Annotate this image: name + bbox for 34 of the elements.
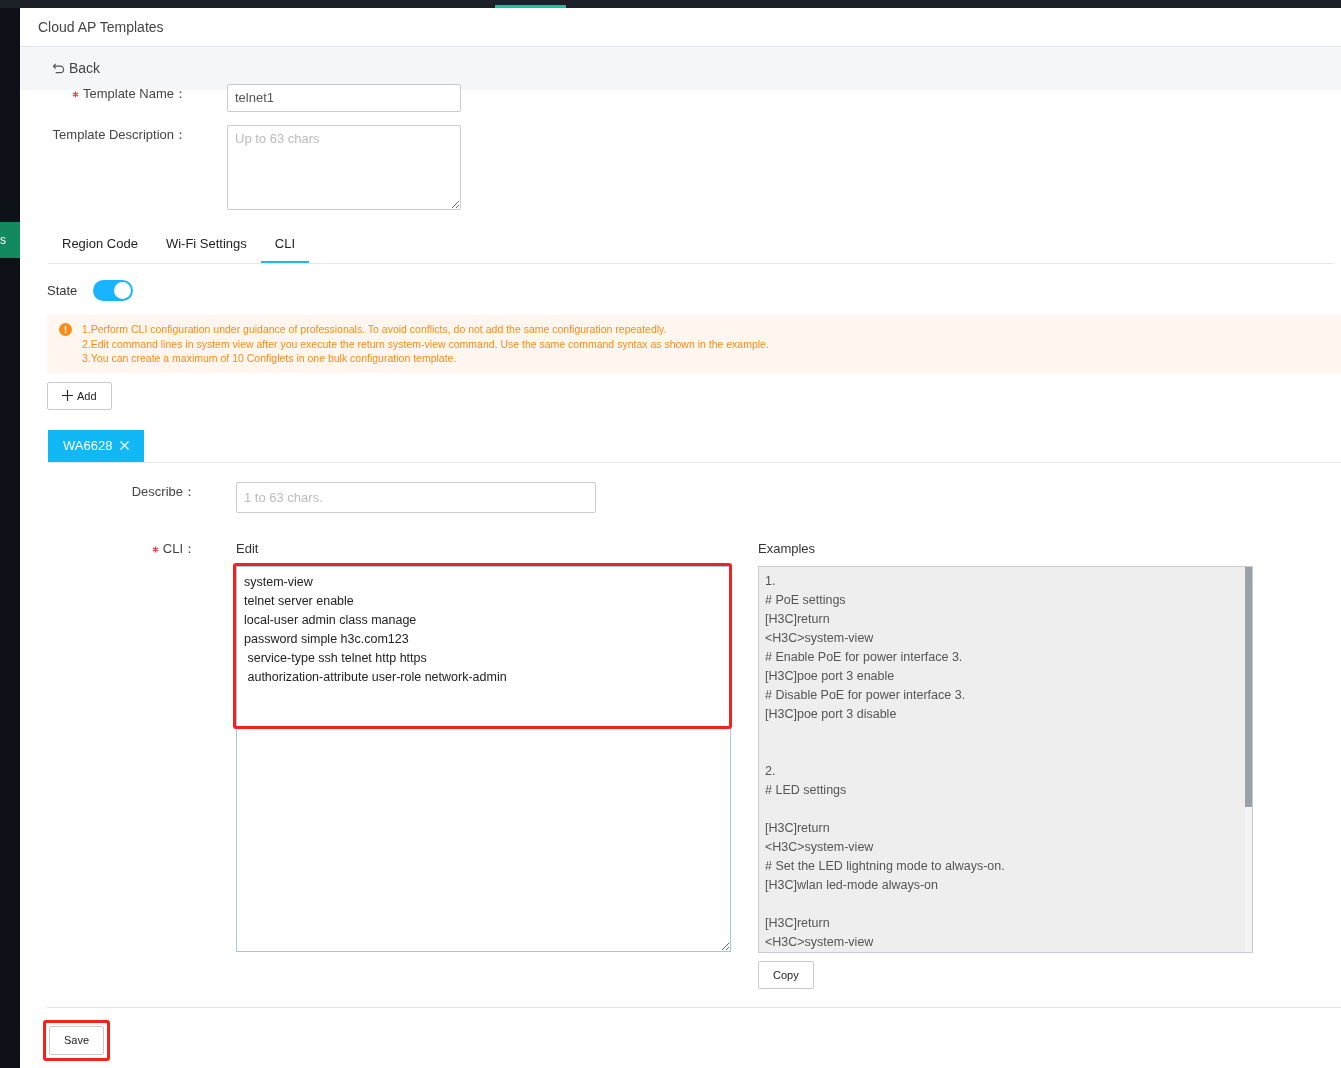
notice-text: 1.Perform CLI configuration under guidance of professionals. To avoid conflicts, do not add the same configuration repeatedly. — [82, 322, 668, 337]
copy-button[interactable]: Copy — [758, 960, 814, 989]
back-icon — [52, 62, 65, 75]
example-text: [H3C]return <H3C>system-view — [765, 914, 875, 951]
warning-icon — [59, 323, 72, 336]
notice-text: 2.Edit command lines in system view after you execute the return system-view command. Use the same command syntax as shown in the example. — [82, 336, 769, 351]
field-label: CLI： — [162, 541, 196, 556]
field-label: Template Description： — [52, 126, 187, 142]
back-button[interactable]: Back — [52, 58, 101, 79]
template-description-field[interactable]: Up to 63 chars — [227, 124, 461, 210]
state-label: State — [47, 281, 78, 300]
close-icon[interactable] — [120, 441, 130, 451]
describe-field[interactable]: 1 to 63 chars. — [236, 481, 596, 513]
examples-label: Examples — [758, 540, 817, 558]
field-label: Template Name： — [82, 86, 187, 101]
active-indicator — [495, 5, 566, 8]
template-name-field[interactable]: telnet1 — [227, 84, 461, 112]
page-title: Cloud AP Templates — [38, 17, 164, 37]
example-text: 2. # LED settings — [765, 762, 848, 799]
state-toggle[interactable] — [93, 280, 134, 301]
sidebar-tab[interactable]: s — [0, 222, 20, 258]
notice-text: 3.You can create a maximum of 10 Configlets in one bulk configuration template. — [82, 351, 458, 366]
example-text: 1. # PoE settings [H3C]return <H3C>system-view # Enable PoE for power interface 3. [H3C]poe port 3 enable # Disable PoE for power interface 3. [H3C]poe port 3 disable — [765, 572, 967, 723]
tab[interactable]: CLI — [260, 225, 310, 263]
save-button[interactable]: Save — [49, 1026, 105, 1055]
example-text: [H3C]return <H3C>system-view # Set the LED lightning mode to always-on. [H3C]wlan led-mode always-on — [765, 819, 1006, 894]
add-button[interactable]: Add — [47, 381, 112, 410]
plus-icon — [62, 390, 73, 402]
tab[interactable]: Region Code — [62, 225, 138, 263]
cli-edit-field[interactable]: system-view telnet server enable local-user admin class manage password simple h3c.com123 service-type ssh telnet http https authorization-attribute user-role network-admin — [236, 565, 731, 952]
scrollbar[interactable] — [1245, 566, 1252, 952]
field-label: Describe： — [131, 483, 196, 499]
tab[interactable]: Wi-Fi Settings — [165, 225, 247, 263]
edit-label: Edit — [236, 540, 260, 558]
